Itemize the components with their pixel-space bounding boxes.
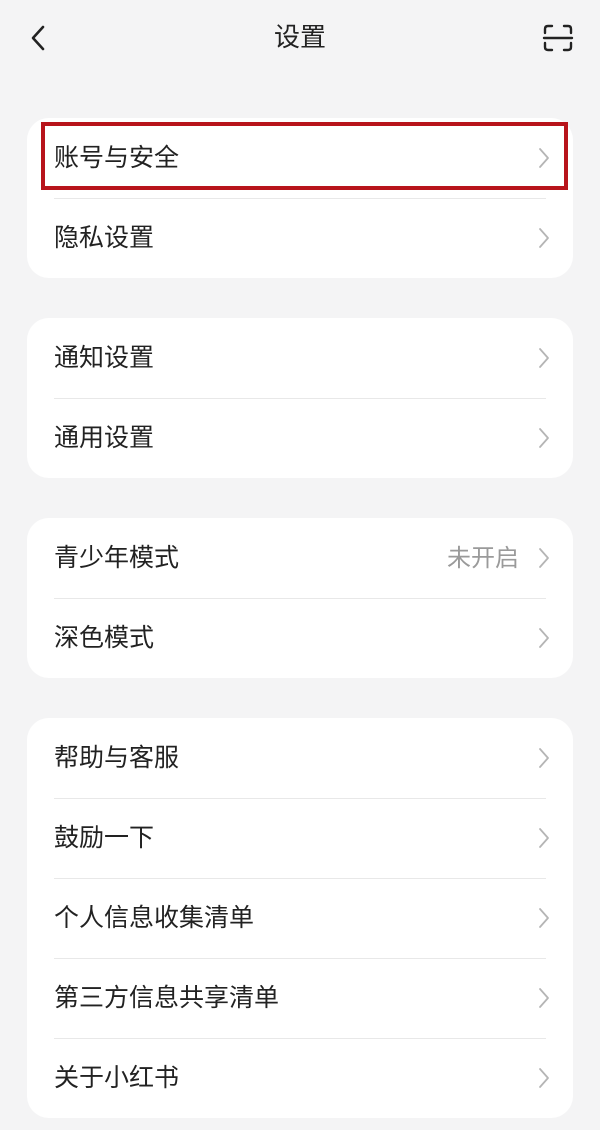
chevron-right-icon xyxy=(539,748,549,768)
settings-item-label: 隐私设置 xyxy=(54,223,155,252)
settings-item-label: 深色模式 xyxy=(54,623,155,652)
chevron-right-icon xyxy=(539,628,549,648)
nav-bar: 设置 xyxy=(0,0,600,78)
settings-item-teen-mode[interactable]: 青少年模式 未开启 xyxy=(27,518,573,598)
settings-item-about[interactable]: 关于小红书 xyxy=(27,1038,573,1118)
chevron-right-icon xyxy=(539,548,549,568)
chevron-right-icon xyxy=(539,1068,549,1088)
settings-item-account-security[interactable]: 账号与安全 xyxy=(27,118,573,198)
settings-item-label: 个人信息收集清单 xyxy=(54,903,255,932)
settings-item-label: 帮助与客服 xyxy=(54,743,180,772)
settings-group-about: 帮助与客服 鼓励一下 个人信息收集清单 第三方信息共享清单 关于小红书 xyxy=(27,718,573,1118)
settings-group-general: 通知设置 通用设置 xyxy=(27,318,573,478)
settings-item-help-support[interactable]: 帮助与客服 xyxy=(27,718,573,798)
settings-item-privacy[interactable]: 隐私设置 xyxy=(27,198,573,278)
settings-item-label: 鼓励一下 xyxy=(54,823,155,852)
settings-item-label: 账号与安全 xyxy=(54,143,180,172)
chevron-right-icon xyxy=(539,828,549,848)
teen-mode-status: 未开启 xyxy=(447,544,519,572)
settings-group-modes: 青少年模式 未开启 深色模式 xyxy=(27,518,573,678)
settings-item-third-party-sharing-list[interactable]: 第三方信息共享清单 xyxy=(27,958,573,1038)
page-title: 设置 xyxy=(273,23,326,53)
settings-item-encourage[interactable]: 鼓励一下 xyxy=(27,798,573,878)
scan-icon xyxy=(542,24,574,52)
chevron-right-icon xyxy=(539,908,549,928)
chevron-right-icon xyxy=(539,348,549,368)
settings-item-notifications[interactable]: 通知设置 xyxy=(27,318,573,398)
settings-item-label: 通用设置 xyxy=(54,423,155,452)
settings-item-label: 关于小红书 xyxy=(54,1063,180,1092)
scan-button[interactable] xyxy=(540,20,576,56)
settings-item-label: 青少年模式 xyxy=(54,543,180,572)
settings-item-label: 通知设置 xyxy=(54,343,155,372)
settings-item-personal-info-list[interactable]: 个人信息收集清单 xyxy=(27,878,573,958)
chevron-right-icon xyxy=(539,988,549,1008)
settings-item-dark-mode[interactable]: 深色模式 xyxy=(27,598,573,678)
chevron-right-icon xyxy=(539,228,549,248)
chevron-right-icon xyxy=(539,148,549,168)
settings-item-label: 第三方信息共享清单 xyxy=(54,983,280,1012)
settings-group-account: 账号与安全 隐私设置 xyxy=(27,118,573,278)
settings-item-general[interactable]: 通用设置 xyxy=(27,398,573,478)
chevron-right-icon xyxy=(539,428,549,448)
